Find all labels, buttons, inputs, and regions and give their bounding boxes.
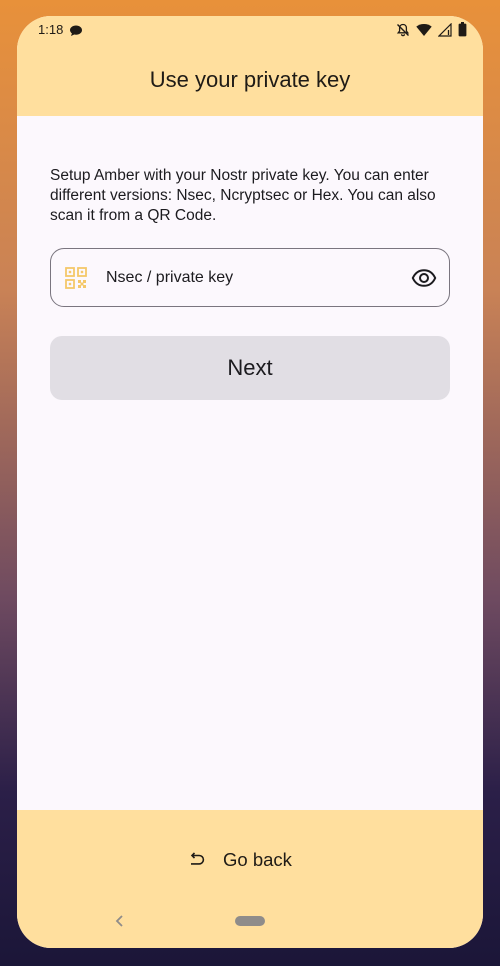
signal-icon — [438, 22, 452, 37]
undo-arrow-icon — [190, 852, 205, 865]
top-app-bar: Use your private key — [17, 46, 483, 116]
private-key-field[interactable] — [50, 248, 450, 307]
next-button[interactable]: Next — [50, 336, 450, 400]
bottom-bar: Go back — [17, 810, 483, 948]
instructions-text: Setup Amber with your Nostr private key.… — [50, 167, 436, 224]
go-back-button[interactable]: Go back — [187, 842, 292, 878]
private-key-input[interactable] — [106, 249, 396, 306]
status-bar: 1:18 — [17, 16, 483, 46]
qr-code-scan-icon[interactable] — [64, 266, 88, 290]
notifications-off-icon — [396, 23, 410, 36]
main-content: Setup Amber with your Nostr private key.… — [17, 116, 483, 810]
battery-icon — [458, 22, 467, 37]
status-time: 1:18 — [38, 22, 64, 37]
status-icons — [396, 22, 467, 37]
wifi-icon — [416, 23, 432, 36]
nav-back-chevron-icon[interactable] — [113, 914, 127, 928]
app-screen: 1:18 Use your private key Setup Amber wi… — [17, 16, 483, 948]
go-back-label: Go back — [223, 849, 292, 870]
nav-home-pill-icon[interactable] — [235, 916, 265, 926]
chat-bubble-icon — [70, 25, 82, 36]
eye-visibility-icon[interactable] — [411, 265, 437, 291]
page-title: Use your private key — [149, 67, 351, 92]
